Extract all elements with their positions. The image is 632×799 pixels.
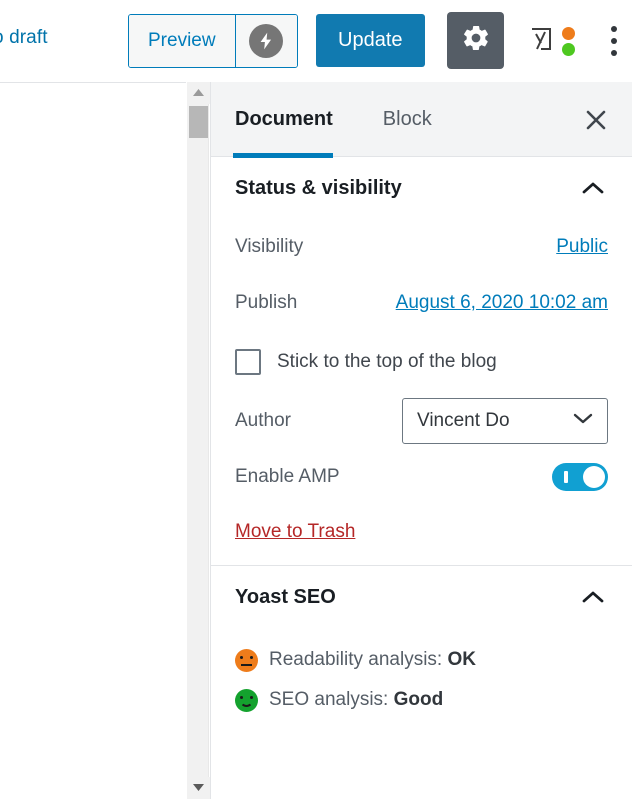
sticky-post-label[interactable]: Stick to the top of the blog — [277, 351, 497, 373]
chevron-up-icon — [582, 590, 608, 604]
chevron-down-icon — [573, 412, 593, 430]
sticky-post-row: Stick to the top of the blog — [235, 331, 608, 393]
scroll-down-button[interactable] — [187, 777, 210, 799]
scrollbar-thumb[interactable] — [189, 106, 208, 138]
yoast-score-dots — [562, 26, 575, 56]
yoast-seo-dot — [562, 42, 575, 56]
lightning-bolt-icon — [249, 24, 284, 58]
seo-analysis-item[interactable]: SEO analysis: Good — [235, 680, 608, 720]
gear-icon — [461, 23, 491, 58]
visibility-row: Visibility Public — [235, 219, 608, 275]
wordpress-block-editor: ch to draft Preview Update — [0, 0, 632, 799]
tab-document[interactable]: Document — [233, 82, 357, 158]
enable-amp-toggle[interactable] — [552, 463, 608, 491]
readability-analysis-item[interactable]: Readability analysis: OK — [235, 640, 608, 680]
panel-yoast-seo-body: Readability analysis: OK SEO analysis: G… — [235, 628, 608, 742]
seo-analysis-label: SEO analysis: — [269, 689, 394, 710]
author-row: Author Vincent Do — [235, 393, 608, 449]
panel-yoast-seo-header[interactable]: Yoast SEO — [235, 566, 608, 628]
seo-analysis-score: Good — [393, 689, 444, 710]
close-icon — [585, 109, 607, 136]
close-sidebar-button[interactable] — [574, 100, 618, 144]
publish-row: Publish August 6, 2020 10:02 am — [235, 275, 608, 331]
yoast-readability-dot — [562, 26, 575, 40]
author-select[interactable]: Vincent Do — [402, 398, 608, 444]
settings-button[interactable] — [447, 12, 504, 69]
tab-block[interactable]: Block — [357, 82, 432, 157]
author-select-value: Vincent Do — [417, 410, 510, 431]
smiley-face-icon — [235, 688, 258, 712]
author-label: Author — [235, 410, 291, 431]
panel-yoast-seo-title: Yoast SEO — [235, 585, 336, 608]
tab-block-label: Block — [382, 107, 432, 130]
readability-analysis-score: OK — [447, 649, 476, 670]
scroll-up-button[interactable] — [187, 82, 210, 104]
update-button[interactable]: Update — [316, 14, 425, 67]
kebab-menu-icon — [611, 26, 617, 32]
publish-date-button[interactable]: August 6, 2020 10:02 am — [396, 292, 608, 314]
vertical-scrollbar[interactable] — [186, 82, 210, 799]
panel-status-visibility-title: Status & visibility — [235, 176, 402, 199]
publish-label: Publish — [235, 292, 298, 313]
seo-analysis-text: SEO analysis: Good — [269, 689, 443, 711]
more-options-button[interactable] — [597, 17, 631, 65]
panel-status-visibility-header[interactable]: Status & visibility — [235, 157, 608, 219]
editor-canvas[interactable] — [0, 82, 186, 799]
sticky-post-checkbox[interactable] — [235, 349, 261, 375]
preview-button-group: Preview — [128, 14, 298, 68]
preview-button[interactable]: Preview — [129, 15, 235, 67]
yoast-seo-button[interactable] — [524, 18, 578, 64]
enable-amp-row: Enable AMP — [235, 449, 608, 505]
yoast-seo-icon — [527, 23, 559, 60]
readability-analysis-label: Readability analysis: — [269, 649, 448, 670]
settings-sidebar: Document Block Status & visibility Visib… — [210, 82, 632, 799]
editor-body: Document Block Status & visibility Visib… — [0, 82, 632, 799]
triangle-up-icon — [192, 84, 205, 102]
panel-status-visibility: Status & visibility Visibility Public Pu… — [211, 157, 632, 566]
panel-status-visibility-body: Visibility Public Publish August 6, 2020… — [235, 219, 608, 565]
visibility-value-button[interactable]: Public — [556, 236, 608, 258]
panel-yoast-seo: Yoast SEO Readability analysis: OK SEO a… — [211, 566, 632, 742]
amp-preview-button[interactable] — [234, 15, 297, 67]
neutral-face-icon — [235, 648, 258, 672]
enable-amp-label: Enable AMP — [235, 466, 340, 487]
triangle-down-icon — [192, 779, 205, 797]
sidebar-tabbar: Document Block — [211, 82, 632, 158]
move-to-trash-link[interactable]: Move to Trash — [235, 521, 355, 543]
visibility-label: Visibility — [235, 236, 304, 257]
chevron-up-icon — [582, 181, 608, 195]
switch-to-draft-link[interactable]: ch to draft — [0, 27, 48, 49]
readability-analysis-text: Readability analysis: OK — [269, 649, 476, 671]
editor-toolbar: ch to draft Preview Update — [0, 0, 632, 82]
tab-document-label: Document — [235, 107, 333, 130]
